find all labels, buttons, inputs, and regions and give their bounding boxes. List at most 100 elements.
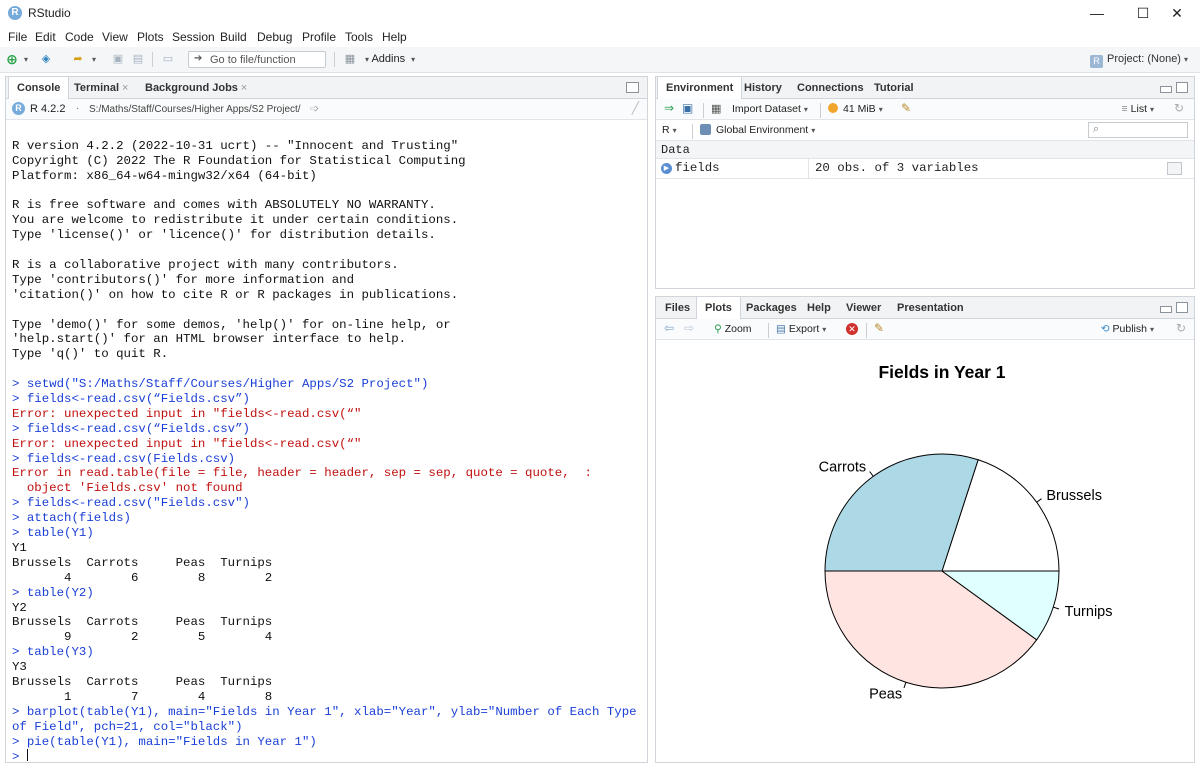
- console-output[interactable]: R version 4.2.2 (2022-10-31 ucrt) -- "In…: [12, 124, 637, 765]
- console-output-line: R is free software and comes with ABSOLU…: [12, 198, 436, 213]
- export-label: Export: [788, 323, 820, 335]
- load-workspace-icon[interactable]: ⇒: [664, 101, 674, 115]
- addins-label: Addins: [371, 53, 406, 65]
- menu-help[interactable]: Help: [382, 30, 407, 44]
- save-icon[interactable]: ▣: [110, 52, 126, 67]
- clear-plots-broom-icon[interactable]: ✎: [874, 321, 884, 335]
- console-output-line: 4 6 8 2: [12, 570, 273, 585]
- memory-usage[interactable]: 41 MiB ▾: [843, 103, 883, 115]
- project-menu[interactable]: R Project: (None) ▾: [1090, 53, 1188, 68]
- toolbar-separator: [152, 52, 153, 67]
- minimize-pane-icon[interactable]: [1160, 306, 1172, 313]
- import-dataset-button[interactable]: Import Dataset ▾: [732, 103, 808, 115]
- previous-plot-arrow-icon[interactable]: ⇦: [664, 321, 674, 335]
- tab-terminal[interactable]: Terminal ×: [66, 77, 136, 99]
- minimize-button[interactable]: —: [1074, 0, 1120, 27]
- title-bar: R RStudio — ☐ ✕: [0, 0, 1200, 27]
- open-file-dropdown-icon[interactable]: ▾: [86, 52, 102, 67]
- tab-history[interactable]: History: [736, 77, 790, 99]
- console-output-line: 9 2 5 4: [12, 630, 273, 645]
- tab-environment[interactable]: Environment: [657, 77, 743, 100]
- environment-search-input[interactable]: ⌕: [1088, 122, 1188, 138]
- environment-pane: Environment History Connections Tutorial…: [655, 76, 1195, 289]
- tab-viewer[interactable]: Viewer: [838, 297, 889, 319]
- r-logo-icon: R: [12, 102, 25, 115]
- working-directory-path[interactable]: S:/Maths/Staff/Courses/Higher Apps/S2 Pr…: [89, 104, 301, 115]
- refresh-plot-icon[interactable]: ↻: [1176, 321, 1186, 335]
- console-output-line: You are welcome to redistribute it under…: [12, 213, 459, 228]
- menu-code[interactable]: Code: [65, 30, 94, 44]
- environment-scopebar: R ▾ Global Environment ▾ ⌕: [656, 120, 1194, 141]
- main-toolbar: ⊕ ▾ ◈ ➦ ▾ ▣ ▤ ▭ ➔ Go to file/function ▦ …: [0, 47, 1200, 73]
- environment-tabbar: Environment History Connections Tutorial: [656, 77, 1194, 100]
- menu-edit[interactable]: Edit: [35, 30, 56, 44]
- tab-connections[interactable]: Connections: [789, 77, 872, 99]
- new-project-icon[interactable]: ◈: [38, 52, 54, 67]
- go-to-file-input[interactable]: ➔ Go to file/function: [188, 51, 326, 68]
- menu-view[interactable]: View: [102, 30, 128, 44]
- memory-pie-icon: [828, 103, 838, 113]
- console-command-line: > setwd("S:/Maths/Staff/Courses/Higher A…: [12, 377, 429, 392]
- clear-objects-broom-icon[interactable]: ✎: [901, 101, 911, 115]
- publish-label: Publish: [1112, 323, 1147, 335]
- grid-layout-icon[interactable]: ▦: [342, 52, 358, 67]
- list-view-button[interactable]: ≡ List ▾: [1122, 103, 1155, 115]
- open-file-icon[interactable]: ➦: [70, 52, 86, 67]
- view-data-grid-icon[interactable]: [1167, 162, 1182, 175]
- refresh-icon[interactable]: ↻: [1174, 101, 1184, 115]
- tab-packages[interactable]: Packages: [738, 297, 805, 319]
- maximize-pane-icon[interactable]: [1176, 82, 1188, 93]
- menu-file[interactable]: File: [8, 30, 27, 44]
- language-selector[interactable]: R ▾: [662, 124, 677, 136]
- go-to-directory-icon[interactable]: ➩: [310, 102, 319, 115]
- close-tab-icon[interactable]: ×: [241, 82, 247, 94]
- maximize-pane-icon[interactable]: [626, 82, 639, 93]
- save-all-icon[interactable]: ▤: [130, 52, 146, 67]
- menu-tools[interactable]: Tools: [345, 30, 373, 44]
- menu-build[interactable]: Build: [220, 30, 247, 44]
- next-plot-arrow-icon[interactable]: ⇨: [684, 321, 694, 335]
- list-chevron-icon: ▾: [1149, 105, 1154, 114]
- tab-files[interactable]: Files: [657, 297, 698, 319]
- export-icon: ▤: [776, 323, 786, 335]
- new-file-dropdown-icon[interactable]: ▾: [18, 52, 34, 67]
- publish-button[interactable]: ⟲ Publish ▾: [1101, 323, 1154, 335]
- plots-toolbar: ⇦ ⇨ ⚲ Zoom ▤ Export ▾ ✕ ✎ ⟲ Publish ▾ ↻: [656, 319, 1194, 340]
- console-command-line: > fields<-read.csv(“Fields.csv”): [12, 421, 250, 436]
- pie-label-peas: Peas: [869, 687, 902, 703]
- data-section-label: Data: [661, 143, 690, 157]
- menu-debug[interactable]: Debug: [257, 30, 292, 44]
- close-tab-icon[interactable]: ×: [122, 82, 128, 94]
- menu-plots[interactable]: Plots: [137, 30, 164, 44]
- list-label: List: [1130, 103, 1147, 115]
- tab-console[interactable]: Console: [8, 77, 70, 100]
- console-command-line: >: [12, 749, 28, 765]
- tab-help[interactable]: Help: [799, 297, 839, 319]
- r-version-label: R 4.2.2: [30, 103, 66, 115]
- tab-tutorial[interactable]: Tutorial: [866, 77, 922, 99]
- tab-background-jobs[interactable]: Background Jobs ×: [137, 77, 255, 99]
- maximize-pane-icon[interactable]: [1176, 302, 1188, 313]
- tab-plots[interactable]: Plots: [696, 297, 741, 320]
- console-command-line: > table(Y1): [12, 526, 94, 541]
- close-button[interactable]: ✕: [1154, 0, 1200, 27]
- memory-chevron-icon: ▾: [878, 105, 883, 114]
- console-command-line: > pie(table(Y1), main="Fields in Year 1"…: [12, 734, 317, 749]
- zoom-button[interactable]: ⚲ Zoom: [714, 323, 752, 335]
- expand-row-icon[interactable]: ▶: [661, 163, 672, 174]
- menu-session[interactable]: Session: [172, 30, 215, 44]
- save-workspace-icon[interactable]: ▣: [682, 101, 693, 115]
- minimize-pane-icon[interactable]: [1160, 86, 1172, 93]
- remove-plot-icon[interactable]: ✕: [846, 323, 858, 335]
- console-error-line: Error: unexpected input in "fields<-read…: [12, 406, 362, 421]
- print-icon[interactable]: ▭: [160, 52, 176, 67]
- clear-console-broom-icon[interactable]: ╱: [632, 101, 639, 115]
- export-button[interactable]: ▤ Export ▾: [776, 323, 826, 335]
- environment-row[interactable]: ▶ fields 20 obs. of 3 variables: [656, 159, 1194, 179]
- tab-presentation[interactable]: Presentation: [889, 297, 972, 319]
- environment-scope-selector[interactable]: Global Environment ▾: [716, 124, 815, 136]
- console-output-line: 'help.start()' for an HTML browser inter…: [12, 332, 407, 347]
- addins-menu[interactable]: ▾ Addins ▾: [362, 53, 415, 65]
- menu-profile[interactable]: Profile: [302, 30, 336, 44]
